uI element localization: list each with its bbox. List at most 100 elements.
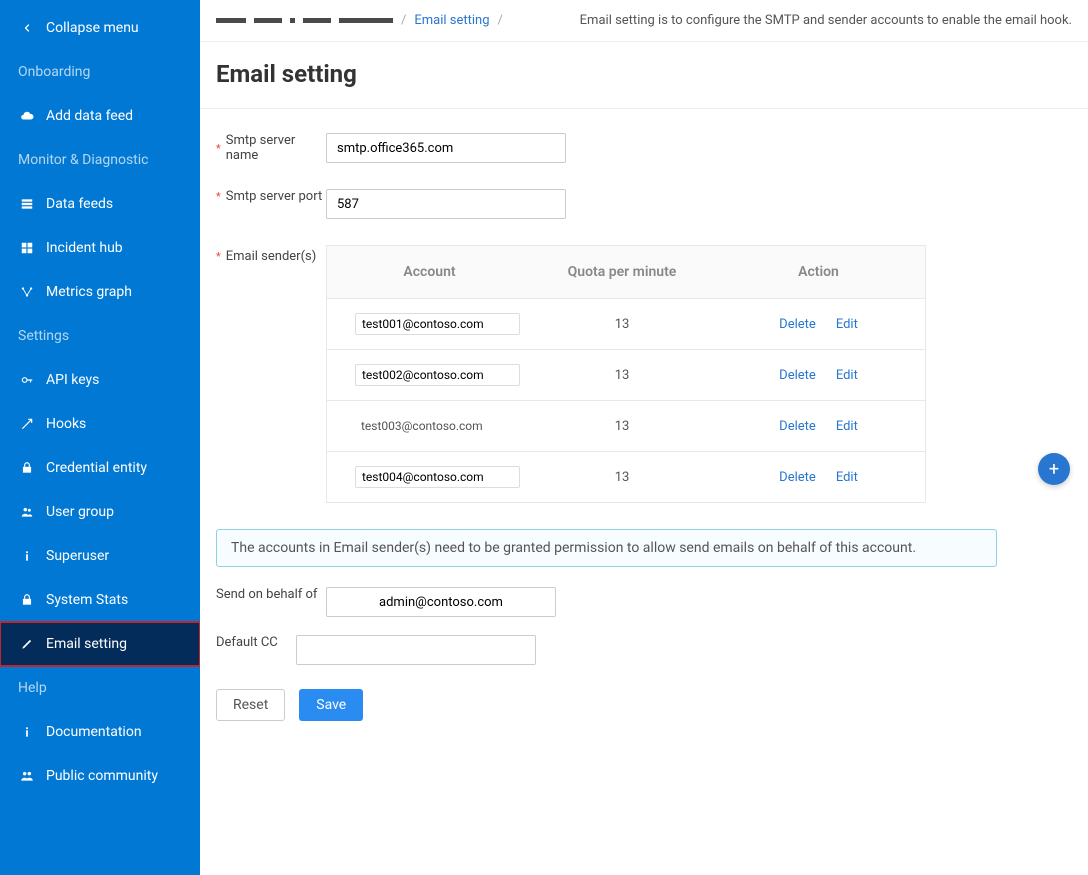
sidebar-item-system-stats[interactable]: System Stats [0, 578, 200, 622]
breadcrumb: / Email setting / [216, 13, 503, 28]
sidebar-item-metrics-graph[interactable]: Metrics graph [0, 270, 200, 314]
edit-link[interactable]: Edit [836, 317, 858, 332]
sidebar-item-superuser[interactable]: Superuser [0, 534, 200, 578]
sidebar-section-label: Monitor & Diagnostic [0, 138, 200, 182]
quota-cell: 13 [532, 401, 712, 452]
sidebar-item-label: Metrics graph [46, 284, 132, 300]
sidebar-item-label: Public community [46, 768, 158, 784]
sidebar-item-label: Credential entity [46, 460, 147, 476]
sidebar-item-incident-hub[interactable]: Incident hub [0, 226, 200, 270]
quota-cell: 13 [532, 299, 712, 350]
delete-link[interactable]: Delete [779, 470, 816, 485]
sidebar-item-label: Add data feed [46, 108, 133, 124]
edit-link[interactable]: Edit [836, 368, 858, 383]
sidebar-item-label: User group [46, 504, 114, 520]
edit-icon [18, 637, 36, 651]
table-row: 13 Delete Edit [327, 452, 926, 503]
breadcrumb-separator: / [498, 13, 503, 28]
sidebar-item-label: Hooks [46, 416, 86, 432]
sidebar-item-credential-entity[interactable]: Credential entity [0, 446, 200, 490]
delete-link[interactable]: Delete [779, 419, 816, 434]
smtp-server-port-label: *Smtp server port [216, 189, 326, 204]
account-input[interactable] [355, 466, 520, 488]
sidebar-item-label: Documentation [46, 724, 142, 740]
sidebar-section-label: Onboarding [0, 50, 200, 94]
edit-link[interactable]: Edit [836, 470, 858, 485]
main-content: / Email setting / Email setting is to co… [200, 0, 1088, 875]
data-icon [18, 197, 36, 211]
account-input[interactable] [355, 313, 520, 335]
table-row: test003@contoso.com 13 Delete Edit [327, 401, 926, 452]
plus-icon: + [1049, 459, 1059, 480]
email-senders-table: Account Quota per minute Action 13Delete… [326, 245, 926, 503]
lock-icon [18, 593, 36, 607]
info-banner: The accounts in Email sender(s) need to … [216, 529, 997, 567]
save-button[interactable]: Save [299, 689, 363, 721]
info-icon [18, 725, 36, 739]
delete-link[interactable]: Delete [779, 368, 816, 383]
quota-cell: 13 [532, 452, 712, 503]
content-area: *Smtp server name *Smtp server port *Ema… [200, 109, 1088, 875]
sidebar-item-label: Help [18, 680, 47, 696]
sidebar: Collapse menu Onboarding Add data feed Mon… [0, 0, 200, 875]
send-on-behalf-label: Send on behalf of [216, 587, 326, 602]
sidebar-item-label: Superuser [46, 548, 109, 564]
sidebar-item-api-keys[interactable]: API keys [0, 358, 200, 402]
add-sender-button[interactable]: + [1038, 453, 1070, 485]
action-cell: Delete Edit [712, 350, 926, 401]
community-icon [18, 769, 36, 783]
default-cc-input[interactable] [296, 635, 536, 665]
sidebar-item-label: Email setting [46, 636, 127, 652]
sidebar-item-label: Monitor & Diagnostic [18, 152, 149, 168]
smtp-server-port-input[interactable] [326, 189, 566, 219]
sidebar-item-email-setting[interactable]: Email setting [0, 622, 200, 666]
collapse-menu-button[interactable]: Collapse menu [0, 6, 200, 50]
reset-button[interactable]: Reset [216, 689, 285, 721]
sidebar-item-public-community[interactable]: Public community [0, 754, 200, 798]
table-row: 13 Delete Edit [327, 299, 926, 350]
account-cell [327, 452, 533, 503]
collapse-menu-label: Collapse menu [46, 20, 139, 36]
send-on-behalf-input[interactable] [326, 587, 556, 617]
sidebar-item-label: System Stats [46, 592, 128, 608]
sidebar-section-label: Settings [0, 314, 200, 358]
hook-icon [18, 417, 36, 431]
info-icon [18, 549, 36, 563]
users-icon [18, 505, 36, 519]
sidebar-item-label: Onboarding [18, 64, 90, 80]
sidebar-item-label: API keys [46, 372, 99, 388]
table-row: 13DeleteEdit [327, 350, 926, 401]
table-header-action: Action [712, 246, 926, 299]
smtp-server-name-label: *Smtp server name [216, 133, 326, 163]
key-icon [18, 373, 36, 387]
lock-icon [18, 461, 36, 475]
page-title: Email setting [200, 42, 1088, 109]
action-cell: Delete Edit [712, 299, 926, 350]
table-header-account: Account [327, 246, 533, 299]
sidebar-section-label: Help [0, 666, 200, 710]
breadcrumb-current[interactable]: Email setting [414, 13, 489, 28]
sidebar-item-documentation[interactable]: Documentation [0, 710, 200, 754]
sidebar-item-label: Incident hub [46, 240, 123, 256]
cloud-upload-icon [18, 109, 36, 123]
account-cell [327, 299, 533, 350]
sidebar-item-add-data-feed[interactable]: Add data feed [0, 94, 200, 138]
default-cc-label: Default CC [216, 635, 296, 650]
chevron-left-icon [18, 22, 36, 34]
sidebar-item-label: Settings [18, 328, 69, 344]
topbar: / Email setting / Email setting is to co… [200, 0, 1088, 42]
sidebar-item-hooks[interactable]: Hooks [0, 402, 200, 446]
sidebar-item-label: Data feeds [46, 196, 113, 212]
account-input[interactable] [355, 364, 520, 386]
smtp-server-name-input[interactable] [326, 133, 566, 163]
delete-link[interactable]: Delete [779, 317, 816, 332]
email-senders-label: *Email sender(s) [216, 245, 326, 264]
action-cell: Delete Edit [712, 401, 926, 452]
sidebar-item-user-group[interactable]: User group [0, 490, 200, 534]
account-text: test003@contoso.com [355, 415, 520, 437]
sidebar-item-data-feeds[interactable]: Data feeds [0, 182, 200, 226]
account-cell [327, 350, 533, 401]
incident-icon [18, 241, 36, 255]
edit-link[interactable]: Edit [836, 419, 858, 434]
breadcrumb-separator: / [401, 13, 406, 28]
